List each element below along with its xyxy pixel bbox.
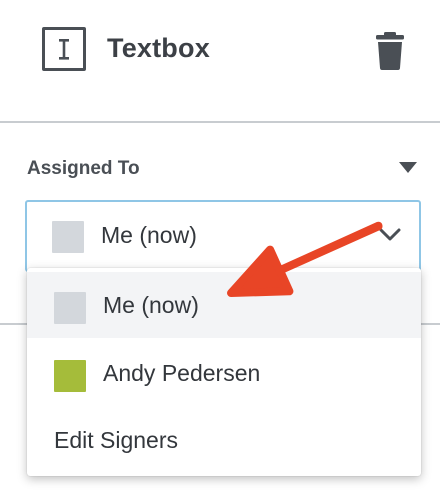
- edit-signers-link[interactable]: Edit Signers: [27, 407, 421, 473]
- divider: [0, 121, 440, 123]
- caret-down-icon[interactable]: [399, 161, 417, 173]
- signer-color-swatch: [52, 221, 84, 253]
- menu-item-me-now[interactable]: Me (now): [27, 272, 421, 338]
- chevron-down-icon[interactable]: [379, 228, 401, 242]
- field-type-title: Textbox: [107, 33, 210, 63]
- signer-color-swatch: [54, 292, 86, 324]
- field-header: Textbox: [0, 0, 440, 122]
- signer-color-swatch: [54, 360, 86, 392]
- menu-item-andy-pedersen[interactable]: Andy Pedersen: [27, 340, 421, 406]
- edit-signers-label: Edit Signers: [54, 427, 179, 453]
- assigned-to-label: Assigned To: [27, 158, 140, 179]
- selected-signer-value: Me (now): [101, 222, 197, 248]
- assignee-select[interactable]: Me (now): [25, 200, 421, 272]
- assignee-dropdown-menu: Me (now) Andy Pedersen Edit Signers: [27, 268, 421, 476]
- menu-item-label: Andy Pedersen: [103, 360, 261, 386]
- text-cursor-icon: [42, 27, 86, 71]
- menu-item-label: Me (now): [103, 292, 199, 318]
- trash-icon[interactable]: [373, 31, 407, 71]
